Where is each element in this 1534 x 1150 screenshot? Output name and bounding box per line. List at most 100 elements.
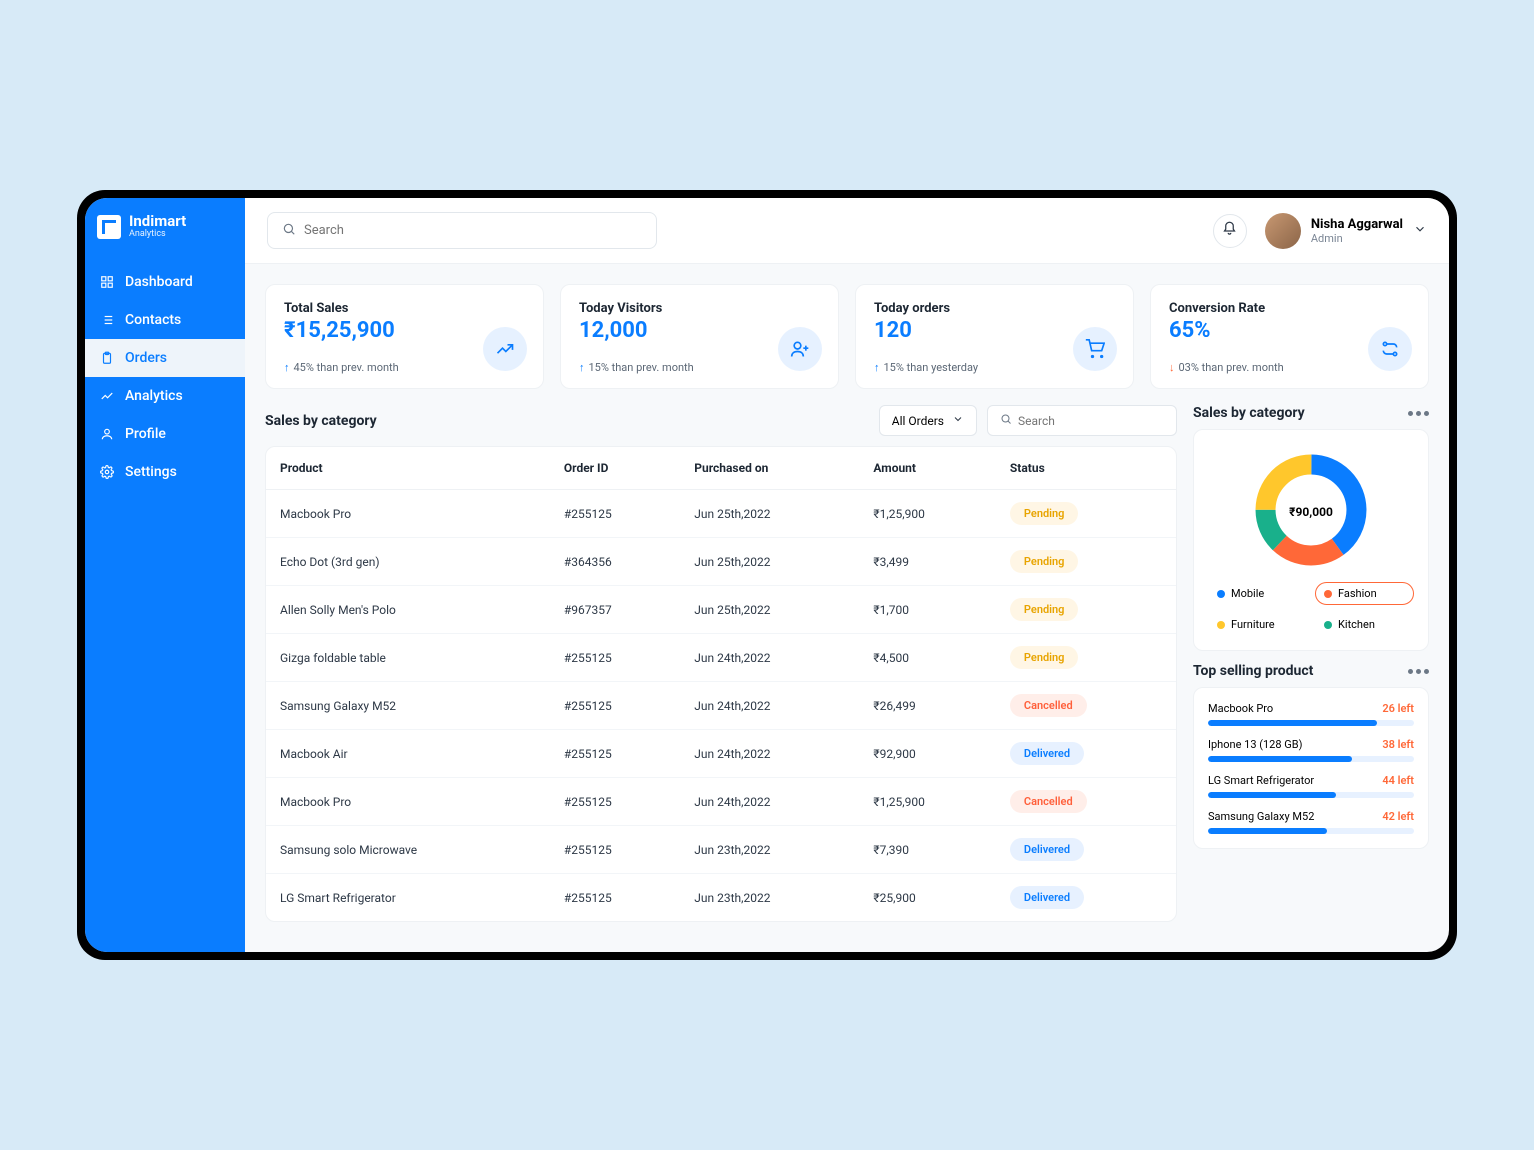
legend-item[interactable]: Fashion <box>1315 582 1414 605</box>
legend-dot <box>1217 621 1225 629</box>
brand-name: Indimart <box>129 214 186 229</box>
cell-date: Jun 25th,2022 <box>680 586 859 634</box>
cell-order-id: #255125 <box>550 874 680 922</box>
topbar: Nisha Aggarwal Admin <box>245 198 1449 264</box>
table-row[interactable]: Macbook Pro #255125 Jun 25th,2022 ₹1,25,… <box>266 490 1176 538</box>
column-header[interactable]: Product <box>266 447 550 490</box>
stat-card: Conversion Rate 65% ↓ 03% than prev. mon… <box>1150 284 1429 389</box>
table-row[interactable]: Gizga foldable table #255125 Jun 24th,20… <box>266 634 1176 682</box>
legend-item[interactable]: Kitchen <box>1315 613 1414 636</box>
avatar <box>1265 213 1301 249</box>
category-chart-section: Sales by category ₹90,000 MobileFashionF… <box>1193 405 1429 651</box>
stat-card: Total Sales ₹15,25,900 ↑ 45% than prev. … <box>265 284 544 389</box>
cell-amount: ₹3,499 <box>859 538 996 586</box>
notifications-button[interactable] <box>1213 214 1247 248</box>
cell-date: Jun 23th,2022 <box>680 874 859 922</box>
brand-logo[interactable]: Indimart Analytics <box>85 198 245 263</box>
cell-date: Jun 25th,2022 <box>680 538 859 586</box>
user-role: Admin <box>1311 232 1403 245</box>
table-row[interactable]: Samsung Galaxy M52 #255125 Jun 24th,2022… <box>266 682 1176 730</box>
legend-item[interactable]: Furniture <box>1208 613 1307 636</box>
cell-product: Gizga foldable table <box>266 634 550 682</box>
table-row[interactable]: Macbook Air #255125 Jun 24th,2022 ₹92,90… <box>266 730 1176 778</box>
cell-order-id: #255125 <box>550 634 680 682</box>
progress-bar <box>1208 756 1414 762</box>
cell-product: Samsung Galaxy M52 <box>266 682 550 730</box>
cell-order-id: #255125 <box>550 730 680 778</box>
table-search[interactable] <box>987 405 1177 436</box>
top-item-left: 44 left <box>1382 774 1414 787</box>
user-icon <box>99 426 115 442</box>
table-title: Sales by category <box>265 413 377 429</box>
category-chart-more[interactable] <box>1408 411 1429 416</box>
top-item-name: Macbook Pro <box>1208 702 1273 715</box>
orders-filter-dropdown[interactable]: All Orders <box>879 405 977 436</box>
cell-date: Jun 25th,2022 <box>680 490 859 538</box>
sidebar-item-contacts[interactable]: Contacts <box>85 301 245 339</box>
top-selling-more[interactable] <box>1408 669 1429 674</box>
cell-product: Macbook Pro <box>266 490 550 538</box>
stat-card: Today orders 120 ↑ 15% than yesterday <box>855 284 1134 389</box>
status-badge: Pending <box>1010 646 1079 669</box>
table-search-input[interactable] <box>1018 414 1174 428</box>
global-search-input[interactable] <box>304 223 642 238</box>
column-header[interactable]: Status <box>996 447 1176 490</box>
progress-bar <box>1208 828 1414 834</box>
cell-amount: ₹1,25,900 <box>859 490 996 538</box>
table-row[interactable]: LG Smart Refrigerator #255125 Jun 23th,2… <box>266 874 1176 922</box>
stat-title: Today Visitors <box>579 301 820 316</box>
table-row[interactable]: Samsung solo Microwave #255125 Jun 23th,… <box>266 826 1176 874</box>
cart-icon <box>1073 327 1117 371</box>
sidebar-item-label: Contacts <box>125 312 181 328</box>
chart-icon <box>99 388 115 404</box>
list-icon <box>99 312 115 328</box>
cell-amount: ₹25,900 <box>859 874 996 922</box>
cell-amount: ₹92,900 <box>859 730 996 778</box>
search-icon <box>282 221 296 240</box>
legend-label: Kitchen <box>1338 618 1375 631</box>
top-selling-item: Iphone 13 (128 GB)38 left <box>1208 738 1414 762</box>
status-badge: Cancelled <box>1010 790 1087 813</box>
top-selling-item: LG Smart Refrigerator44 left <box>1208 774 1414 798</box>
global-search[interactable] <box>267 212 657 249</box>
legend-item[interactable]: Mobile <box>1208 582 1307 605</box>
grid-icon <box>99 274 115 290</box>
status-badge: Pending <box>1010 502 1079 525</box>
cell-product: Allen Solly Men's Polo <box>266 586 550 634</box>
top-selling-title: Top selling product <box>1193 663 1313 679</box>
legend-label: Fashion <box>1338 587 1377 600</box>
bell-icon <box>1222 221 1237 240</box>
legend-dot <box>1324 590 1332 598</box>
cell-order-id: #255125 <box>550 682 680 730</box>
sidebar-item-settings[interactable]: Settings <box>85 453 245 491</box>
top-item-name: Iphone 13 (128 GB) <box>1208 738 1302 751</box>
category-legend: Mobile Fashion Furniture Kitchen <box>1208 582 1414 636</box>
table-row[interactable]: Macbook Pro #255125 Jun 24th,2022 ₹1,25,… <box>266 778 1176 826</box>
table-row[interactable]: Echo Dot (3rd gen) #364356 Jun 25th,2022… <box>266 538 1176 586</box>
sidebar-item-orders[interactable]: Orders <box>85 339 245 377</box>
top-item-left: 26 left <box>1382 702 1414 715</box>
cell-order-id: #255125 <box>550 826 680 874</box>
column-header[interactable]: Amount <box>859 447 996 490</box>
column-header[interactable]: Order ID <box>550 447 680 490</box>
top-selling-list: Macbook Pro 26 left Iphone 13 (128 GB)38 … <box>1193 687 1429 849</box>
search-icon <box>1000 413 1012 428</box>
status-badge: Cancelled <box>1010 694 1087 717</box>
donut-center-value: ₹90,000 <box>1289 505 1333 519</box>
brand-sub: Analytics <box>129 229 186 239</box>
top-item-left: 42 left <box>1382 810 1414 823</box>
sidebar-item-label: Profile <box>125 426 166 442</box>
sidebar-item-profile[interactable]: Profile <box>85 415 245 453</box>
cell-date: Jun 24th,2022 <box>680 778 859 826</box>
flow-icon <box>1368 327 1412 371</box>
legend-dot <box>1217 590 1225 598</box>
user-menu[interactable]: Nisha Aggarwal Admin <box>1265 213 1427 249</box>
sidebar-item-analytics[interactable]: Analytics <box>85 377 245 415</box>
column-header[interactable]: Purchased on <box>680 447 859 490</box>
cell-order-id: #255125 <box>550 490 680 538</box>
cell-date: Jun 24th,2022 <box>680 682 859 730</box>
sidebar-item-dashboard[interactable]: Dashboard <box>85 263 245 301</box>
sidebar: Indimart Analytics Dashboard Contacts Orde… <box>85 198 245 952</box>
stat-title: Conversion Rate <box>1169 301 1410 316</box>
table-row[interactable]: Allen Solly Men's Polo #967357 Jun 25th,… <box>266 586 1176 634</box>
